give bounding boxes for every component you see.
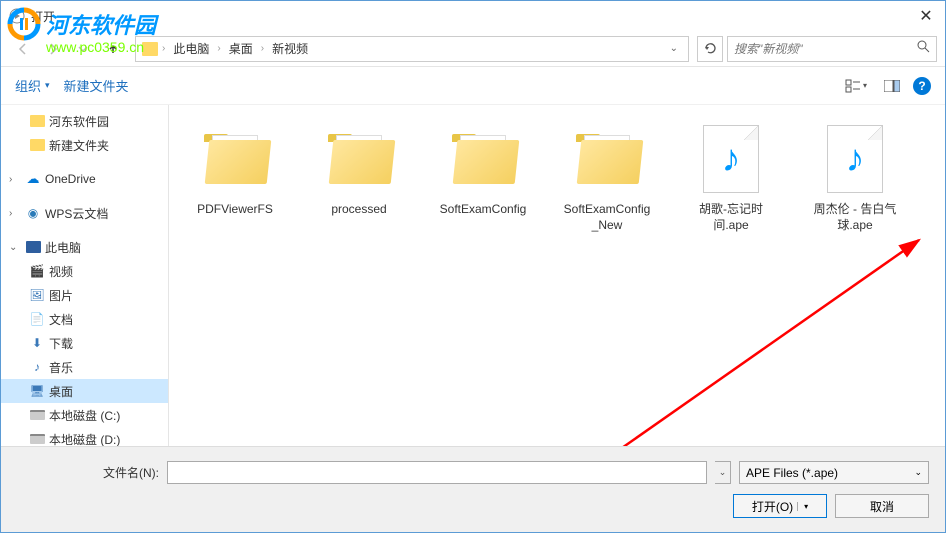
audio-file-item[interactable]: ♪ 胡歌-忘记时间.ape: [683, 117, 779, 239]
sidebar-item-videos[interactable]: 🎬视频: [1, 259, 168, 283]
sidebar-item-onedrive[interactable]: ›☁OneDrive: [1, 167, 168, 191]
refresh-button[interactable]: [697, 36, 723, 62]
new-folder-button[interactable]: 新建文件夹: [64, 76, 129, 95]
chevron-down-icon[interactable]: ⌄: [670, 43, 678, 54]
filetype-select[interactable]: APE Files (*.ape)⌄: [739, 461, 929, 484]
sidebar-item-music[interactable]: ♪音乐: [1, 355, 168, 379]
dialog-footer: 文件名(N): ⌄ APE Files (*.ape)⌄ 打开(O)▾ 取消: [1, 446, 945, 532]
nav-back-button[interactable]: [9, 35, 37, 63]
chevron-right-icon[interactable]: ›: [261, 43, 264, 54]
filename-input[interactable]: [167, 461, 707, 484]
window-title: 打开: [31, 8, 907, 25]
sidebar: 河东软件园 新建文件夹 ›☁OneDrive ›◉WPS云文档 ⌄此电脑 🎬视频…: [1, 105, 169, 490]
filename-label: 文件名(N):: [103, 464, 159, 481]
sidebar-item-folder[interactable]: 河东软件园: [1, 109, 168, 133]
chevron-right-icon[interactable]: ›: [217, 43, 220, 54]
toolbar: 组织▾ 新建文件夹 ▾ ?: [1, 67, 945, 105]
sidebar-item-wps[interactable]: ›◉WPS云文档: [1, 201, 168, 225]
view-preview-button[interactable]: [877, 74, 907, 98]
nav-up-button[interactable]: [99, 35, 127, 63]
folder-item[interactable]: SoftExamConfig: [435, 117, 531, 239]
help-button[interactable]: ?: [913, 77, 931, 95]
breadcrumb-item[interactable]: 新视频: [268, 38, 312, 59]
cancel-button[interactable]: 取消: [835, 494, 929, 518]
navbar: › 此电脑 › 桌面 › 新视频 ⌄: [1, 31, 945, 67]
open-button[interactable]: 打开(O)▾: [733, 494, 827, 518]
sidebar-item-downloads[interactable]: ⬇下载: [1, 331, 168, 355]
titlebar: 打开 ✕: [1, 1, 945, 31]
sidebar-item-pictures[interactable]: 🖼图片: [1, 283, 168, 307]
search-input[interactable]: [734, 42, 917, 56]
close-button[interactable]: ✕: [907, 1, 945, 31]
sidebar-item-desktop[interactable]: 🖥桌面: [1, 379, 168, 403]
sidebar-item-disk-c[interactable]: 本地磁盘 (C:): [1, 403, 168, 427]
view-large-button[interactable]: ▾: [841, 74, 871, 98]
filename-dropdown[interactable]: ⌄: [715, 461, 731, 484]
app-icon: [9, 8, 25, 24]
nav-recent-button[interactable]: [69, 35, 97, 63]
sidebar-item-thispc[interactable]: ⌄此电脑: [1, 235, 168, 259]
folder-item[interactable]: processed: [311, 117, 407, 239]
breadcrumb[interactable]: › 此电脑 › 桌面 › 新视频 ⌄: [135, 36, 689, 62]
organize-menu[interactable]: 组织▾: [15, 76, 50, 95]
breadcrumb-item[interactable]: 此电脑: [169, 38, 213, 59]
search-icon[interactable]: [917, 40, 930, 58]
audio-file-item[interactable]: ♪ 周杰伦 - 告白气球.ape: [807, 117, 903, 239]
sidebar-item-folder[interactable]: 新建文件夹: [1, 133, 168, 157]
folder-item[interactable]: SoftExamConfig_New: [559, 117, 655, 239]
chevron-right-icon[interactable]: ›: [162, 43, 165, 54]
file-list: PDFViewerFS processed SoftExamConfig Sof…: [169, 105, 945, 490]
nav-forward-button[interactable]: [39, 35, 67, 63]
folder-item[interactable]: PDFViewerFS: [187, 117, 283, 239]
folder-icon: [142, 42, 158, 56]
search-box[interactable]: [727, 36, 937, 62]
annotation-arrow: [609, 230, 939, 460]
breadcrumb-item[interactable]: 桌面: [225, 38, 257, 59]
sidebar-item-documents[interactable]: 📄文档: [1, 307, 168, 331]
